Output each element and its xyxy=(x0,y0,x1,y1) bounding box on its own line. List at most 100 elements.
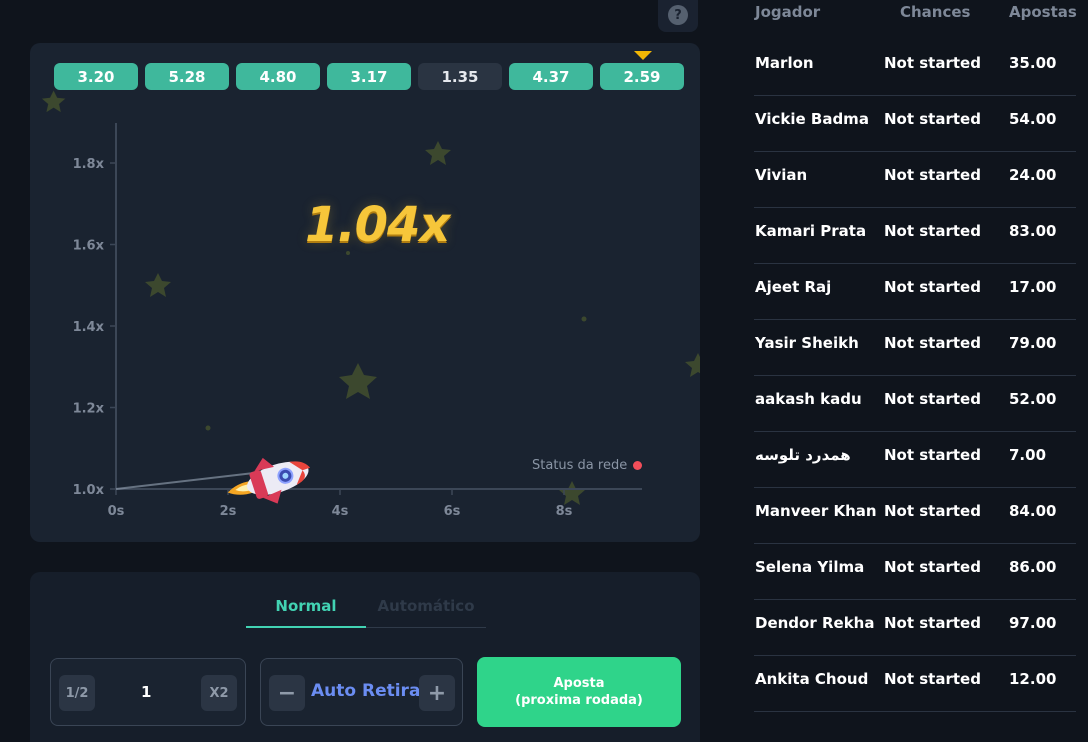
star-icon xyxy=(425,141,451,165)
crash-game-screen: ? 1.8x 1.6x 1.4x 1.2x 1.0x 0s 2s 4s 6s 8s xyxy=(0,0,1088,742)
star-icon xyxy=(41,90,66,113)
history-pill-current[interactable]: 2.59 xyxy=(600,51,684,90)
player-name: aakash kadu xyxy=(755,390,862,408)
table-row: Vivian Not started 24.00 xyxy=(754,152,1076,208)
table-row: Yasir Sheikh Not started 79.00 xyxy=(754,320,1076,376)
star-icon xyxy=(685,353,700,377)
player-chance: Not started xyxy=(884,614,981,632)
network-status-label: Status da rede xyxy=(532,458,628,473)
multiplier-history: 3.20 5.28 4.80 3.17 1.35 4.37 2.59 xyxy=(54,51,684,90)
y-tick-label: 1.6x xyxy=(73,239,105,254)
player-bet: 17.00 xyxy=(1009,278,1057,296)
current-marker-icon xyxy=(634,51,652,60)
player-name: Marlon xyxy=(755,54,814,72)
current-multiplier: 1.04x xyxy=(305,197,450,253)
player-bet: 79.00 xyxy=(1009,334,1057,352)
background-stars xyxy=(41,90,700,505)
player-chance: Not started xyxy=(884,502,981,520)
auto-cashout-control: − Auto Retirar + xyxy=(260,658,463,726)
player-bet: 24.00 xyxy=(1009,166,1057,184)
player-name: Vickie Badma xyxy=(755,110,869,128)
tab-automatic[interactable]: Automático xyxy=(366,594,486,628)
player-name: Kamari Prata xyxy=(755,222,867,240)
y-tick-label: 1.0x xyxy=(73,483,105,498)
help-icon: ? xyxy=(668,5,688,25)
player-name: Yasir Sheikh xyxy=(755,334,859,352)
tab-normal[interactable]: Normal xyxy=(246,594,366,628)
player-bet: 84.00 xyxy=(1009,502,1057,520)
table-row: Vickie Badma Not started 54.00 xyxy=(754,96,1076,152)
bet-amount-input[interactable]: 1 xyxy=(141,683,151,701)
player-chance: Not started xyxy=(884,446,981,464)
player-bet: 52.00 xyxy=(1009,390,1057,408)
minus-button[interactable]: − xyxy=(269,675,305,711)
player-chance: Not started xyxy=(884,222,981,240)
bet-button-label: Aposta xyxy=(553,676,605,691)
table-row: Manveer Khan Not started 84.00 xyxy=(754,488,1076,544)
player-bet: 35.00 xyxy=(1009,54,1057,72)
player-chance: Not started xyxy=(884,558,981,576)
player-name: Vivian xyxy=(755,166,808,184)
x-tick-label: 0s xyxy=(108,504,125,519)
y-tick-label: 1.8x xyxy=(73,157,105,172)
player-bet: 7.00 xyxy=(1009,446,1047,464)
player-bet: 83.00 xyxy=(1009,222,1057,240)
table-row: Dendor Rekha Not started 97.00 xyxy=(754,600,1076,656)
player-name: Selena Yilma xyxy=(755,558,865,576)
player-name: Dendor Rekha xyxy=(755,614,875,632)
history-pill[interactable]: 3.17 xyxy=(327,63,411,90)
player-name: Manveer Khan xyxy=(755,502,877,520)
table-row: Marlon Not started 35.00 xyxy=(754,40,1076,96)
chart-curve xyxy=(115,471,257,490)
star-icon xyxy=(145,273,171,297)
player-name: Ankita Choud xyxy=(755,670,869,688)
network-status: Status da rede xyxy=(532,458,643,473)
star-dot xyxy=(205,425,211,431)
half-bet-button[interactable]: 1/2 xyxy=(59,675,95,711)
network-status-dot-icon xyxy=(633,461,643,470)
double-bet-button[interactable]: X2 xyxy=(201,675,237,711)
x-tick-label: 2s xyxy=(220,504,237,519)
player-chance: Not started xyxy=(884,110,981,128)
star-dot xyxy=(581,316,587,322)
table-row: aakash kadu Not started 52.00 xyxy=(754,376,1076,432)
player-chance: Not started xyxy=(884,670,981,688)
x-tick-label: 8s xyxy=(556,504,573,519)
star-icon xyxy=(559,481,585,505)
player-name: همدرد تلوسه xyxy=(755,446,851,464)
player-chance: Not started xyxy=(884,54,981,72)
multiplier-curve xyxy=(115,471,257,490)
star-icon xyxy=(339,363,377,399)
table-row: Ajeet Raj Not started 17.00 xyxy=(754,264,1076,320)
bet-mode-tabs: Normal Automático xyxy=(246,594,486,628)
help-button[interactable]: ? xyxy=(658,0,698,32)
auto-cashout-label[interactable]: Auto Retirar xyxy=(311,681,429,701)
player-bet: 86.00 xyxy=(1009,558,1057,576)
player-chance: Not started xyxy=(884,334,981,352)
history-pill[interactable]: 3.20 xyxy=(54,63,138,90)
bet-amount-control: 1/2 1 X2 xyxy=(50,658,246,726)
player-name: Ajeet Raj xyxy=(755,278,832,296)
history-pill[interactable]: 4.37 xyxy=(509,63,593,90)
x-tick-label: 4s xyxy=(332,504,349,519)
player-chance: Not started xyxy=(884,390,981,408)
game-panel: 1.8x 1.6x 1.4x 1.2x 1.0x 0s 2s 4s 6s 8s 3.20 5.28… xyxy=(30,43,700,542)
player-chance: Not started xyxy=(884,166,981,184)
plus-button[interactable]: + xyxy=(419,675,455,711)
history-pill[interactable]: 1.35 xyxy=(418,63,502,90)
y-tick-label: 1.2x xyxy=(73,402,105,417)
history-pill[interactable]: 5.28 xyxy=(145,63,229,90)
table-row: Ankita Choud Not started 12.00 xyxy=(754,656,1076,712)
player-bet: 97.00 xyxy=(1009,614,1057,632)
history-pill-value: 2.59 xyxy=(623,67,661,86)
column-header-bets: Apostas xyxy=(1009,3,1077,21)
player-bet: 54.00 xyxy=(1009,110,1057,128)
history-pill[interactable]: 4.80 xyxy=(236,63,320,90)
place-bet-button[interactable]: Aposta (proxima rodada) xyxy=(477,657,681,727)
table-row: همدرد تلوسه Not started 7.00 xyxy=(754,432,1076,488)
table-row: Kamari Prata Not started 83.00 xyxy=(754,208,1076,264)
x-tick-label: 6s xyxy=(444,504,461,519)
column-header-player: Jogador xyxy=(755,3,821,21)
column-header-chances: Chances xyxy=(900,3,971,21)
y-tick-label: 1.4x xyxy=(73,320,105,335)
